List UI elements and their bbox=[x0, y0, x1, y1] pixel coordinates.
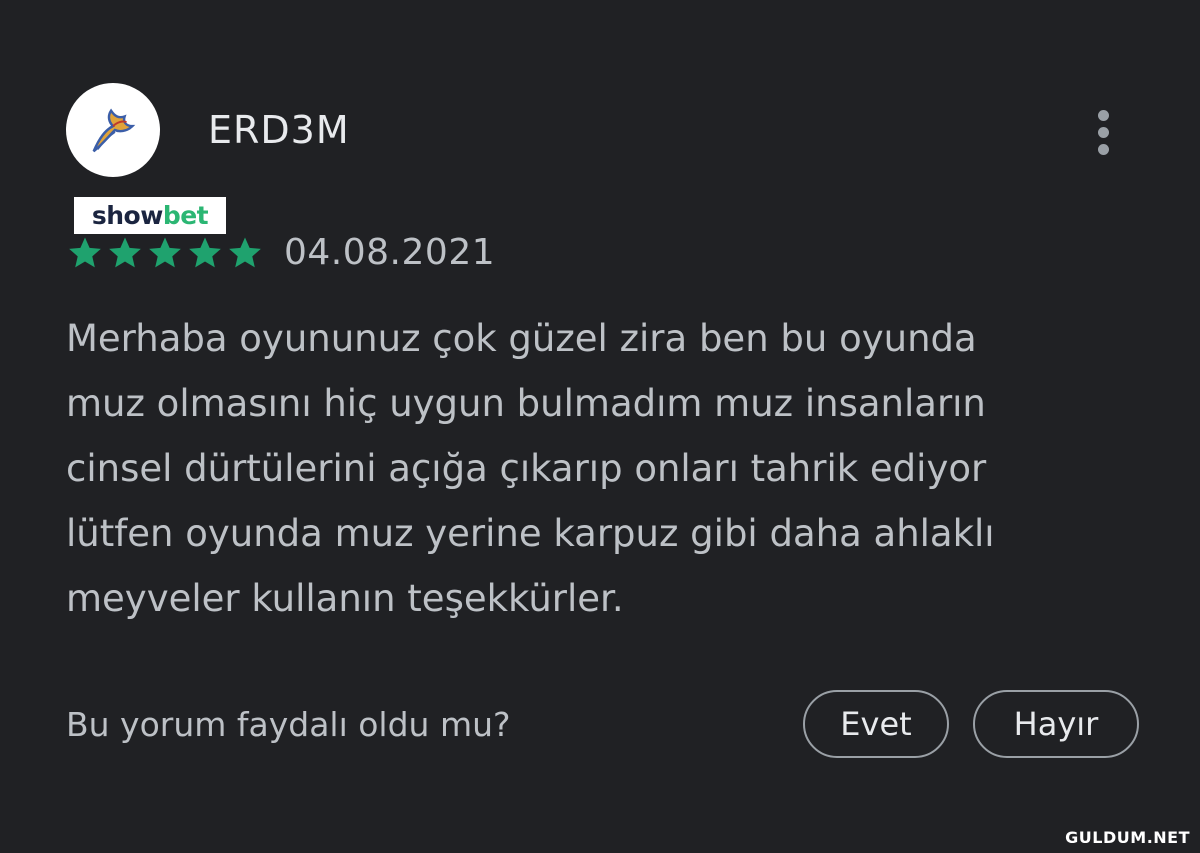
fairy-tail-emblem-icon bbox=[92, 108, 136, 153]
review-text-line: muz olmasını hiç uygun bulmadım muz insa… bbox=[66, 382, 986, 425]
more-vert-icon-dot bbox=[1097, 126, 1109, 138]
logo-text-bet: bet bbox=[162, 201, 209, 230]
showbet-logo: show bet bbox=[74, 197, 226, 234]
reviewer-name: ERD3M bbox=[208, 108, 350, 152]
review-date: 04.08.2021 bbox=[284, 232, 496, 273]
star-icon bbox=[226, 234, 264, 272]
review-text-line: meyveler kullanın teşekkürler. bbox=[66, 577, 624, 620]
helpful-question: Bu yorum faydalı oldu mu? bbox=[66, 705, 511, 744]
review-text-line: Merhaba oyununuz çok güzel zira ben bu o… bbox=[66, 317, 977, 360]
helpful-yes-button[interactable]: Evet bbox=[803, 690, 949, 758]
review-text: Merhaba oyununuz çok güzel zira ben bu o… bbox=[66, 306, 1126, 631]
star-icon bbox=[186, 234, 224, 272]
star-icon bbox=[66, 234, 104, 272]
more-options-button[interactable] bbox=[1086, 104, 1120, 160]
logo-text-show: show bbox=[91, 201, 163, 230]
star-rating bbox=[66, 234, 264, 272]
watermark: GULDUM.NET bbox=[1065, 828, 1190, 847]
star-icon bbox=[106, 234, 144, 272]
more-vert-icon bbox=[1097, 109, 1109, 121]
review-text-line: cinsel dürtülerini açığa çıkarıp onları … bbox=[66, 447, 987, 490]
avatar[interactable] bbox=[66, 83, 160, 177]
star-icon bbox=[146, 234, 184, 272]
review-text-line: lütfen oyunda muz yerine karpuz gibi dah… bbox=[66, 512, 995, 555]
helpful-no-button[interactable]: Hayır bbox=[973, 690, 1139, 758]
more-vert-icon-dot bbox=[1097, 143, 1109, 155]
